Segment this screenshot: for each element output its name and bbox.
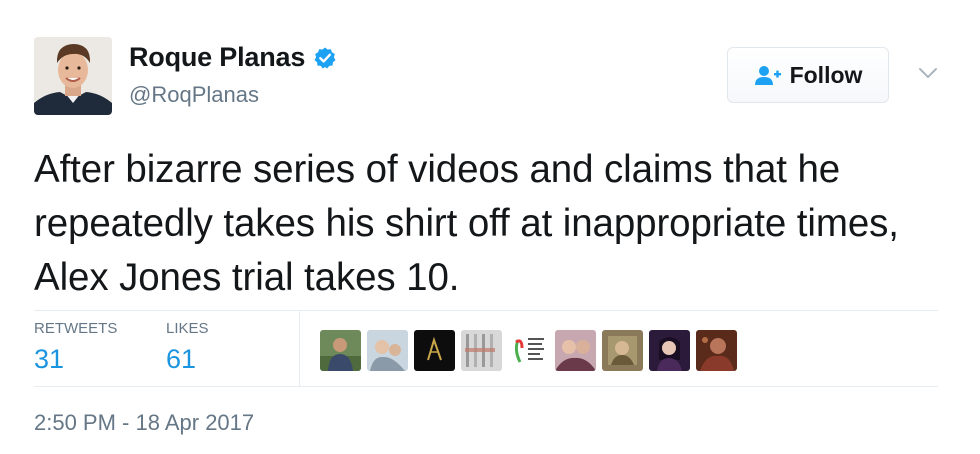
retweets-count[interactable]: 31	[34, 344, 117, 375]
liker-avatar[interactable]	[555, 330, 596, 371]
add-user-icon	[754, 64, 782, 86]
stats-separator	[299, 311, 300, 386]
liker-avatar[interactable]	[414, 330, 455, 371]
follow-button[interactable]: Follow	[727, 47, 889, 103]
follow-button-label: Follow	[789, 61, 863, 88]
liker-avatar[interactable]	[696, 330, 737, 371]
liker-avatar[interactable]	[461, 330, 502, 371]
likes-label: LIKES	[166, 320, 209, 337]
stats-divider-top	[34, 310, 938, 311]
likes-stat[interactable]: LIKES 61	[166, 320, 209, 375]
liker-avatar[interactable]	[320, 330, 361, 371]
liker-avatar[interactable]	[508, 330, 549, 371]
tweet-timestamp[interactable]: 2:50 PM - 18 Apr 2017	[34, 410, 254, 436]
author-handle[interactable]: @RoqPlanas	[129, 82, 259, 108]
liker-avatar[interactable]	[602, 330, 643, 371]
chevron-down-icon[interactable]	[918, 66, 938, 80]
liker-avatar[interactable]	[649, 330, 690, 371]
author-avatar[interactable]	[34, 37, 112, 115]
author-display-name[interactable]: Roque Planas	[129, 42, 305, 73]
tweet-text: After bizarre series of videos and claim…	[34, 148, 899, 299]
liker-avatars	[320, 330, 737, 371]
stats-divider-bottom	[34, 386, 938, 387]
likes-count[interactable]: 61	[166, 344, 209, 375]
retweets-stat[interactable]: RETWEETS 31	[34, 320, 117, 375]
tweet-card: Roque Planas @RoqPlanas Follow After biz…	[0, 0, 980, 454]
retweets-label: RETWEETS	[34, 320, 118, 337]
liker-avatar[interactable]	[367, 330, 408, 371]
verified-badge-icon	[313, 46, 337, 70]
author-name-row[interactable]: Roque Planas	[129, 42, 337, 73]
